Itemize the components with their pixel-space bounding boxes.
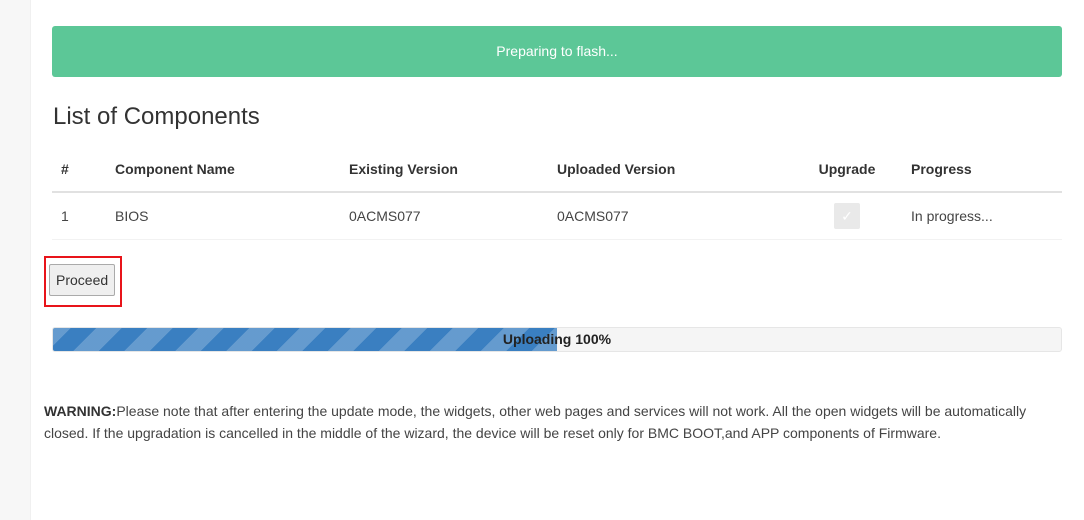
table-row: 1 BIOS 0ACMS077 0ACMS077 ✓ In progress..… (52, 192, 1062, 240)
column-header-component-name: Component Name (115, 147, 349, 193)
firmware-update-page: Preparing to flash... List of Components… (0, 0, 1084, 520)
column-header-uploaded-version: Uploaded Version (557, 147, 783, 193)
components-table: # Component Name Existing Version Upload… (52, 147, 1062, 240)
column-header-number: # (52, 147, 115, 193)
upgrade-checkbox[interactable]: ✓ (834, 203, 860, 229)
warning-prefix: WARNING: (44, 403, 117, 419)
cell-component-name: BIOS (115, 192, 349, 240)
warning-message: WARNING:Please note that after entering … (44, 400, 1064, 444)
status-banner: Preparing to flash... (52, 26, 1062, 77)
table-header-row: # Component Name Existing Version Upload… (52, 147, 1062, 193)
cell-number: 1 (52, 192, 115, 240)
upload-progress-bar: Uploading 100% (52, 327, 1062, 352)
cell-upgrade: ✓ (783, 192, 911, 240)
cell-existing-version: 0ACMS077 (349, 192, 557, 240)
cell-uploaded-version: 0ACMS077 (557, 192, 783, 240)
section-title: List of Components (53, 103, 260, 130)
upload-progress-label: Uploading 100% (502, 331, 612, 347)
column-header-progress: Progress (911, 147, 1062, 193)
warning-text: Please note that after entering the upda… (44, 403, 1027, 441)
column-header-existing-version: Existing Version (349, 147, 557, 193)
column-header-upgrade: Upgrade (783, 147, 911, 193)
left-rail (0, 0, 31, 520)
checkmark-icon: ✓ (841, 208, 853, 224)
cell-progress: In progress... (911, 192, 1062, 240)
proceed-button[interactable]: Proceed (49, 264, 116, 296)
